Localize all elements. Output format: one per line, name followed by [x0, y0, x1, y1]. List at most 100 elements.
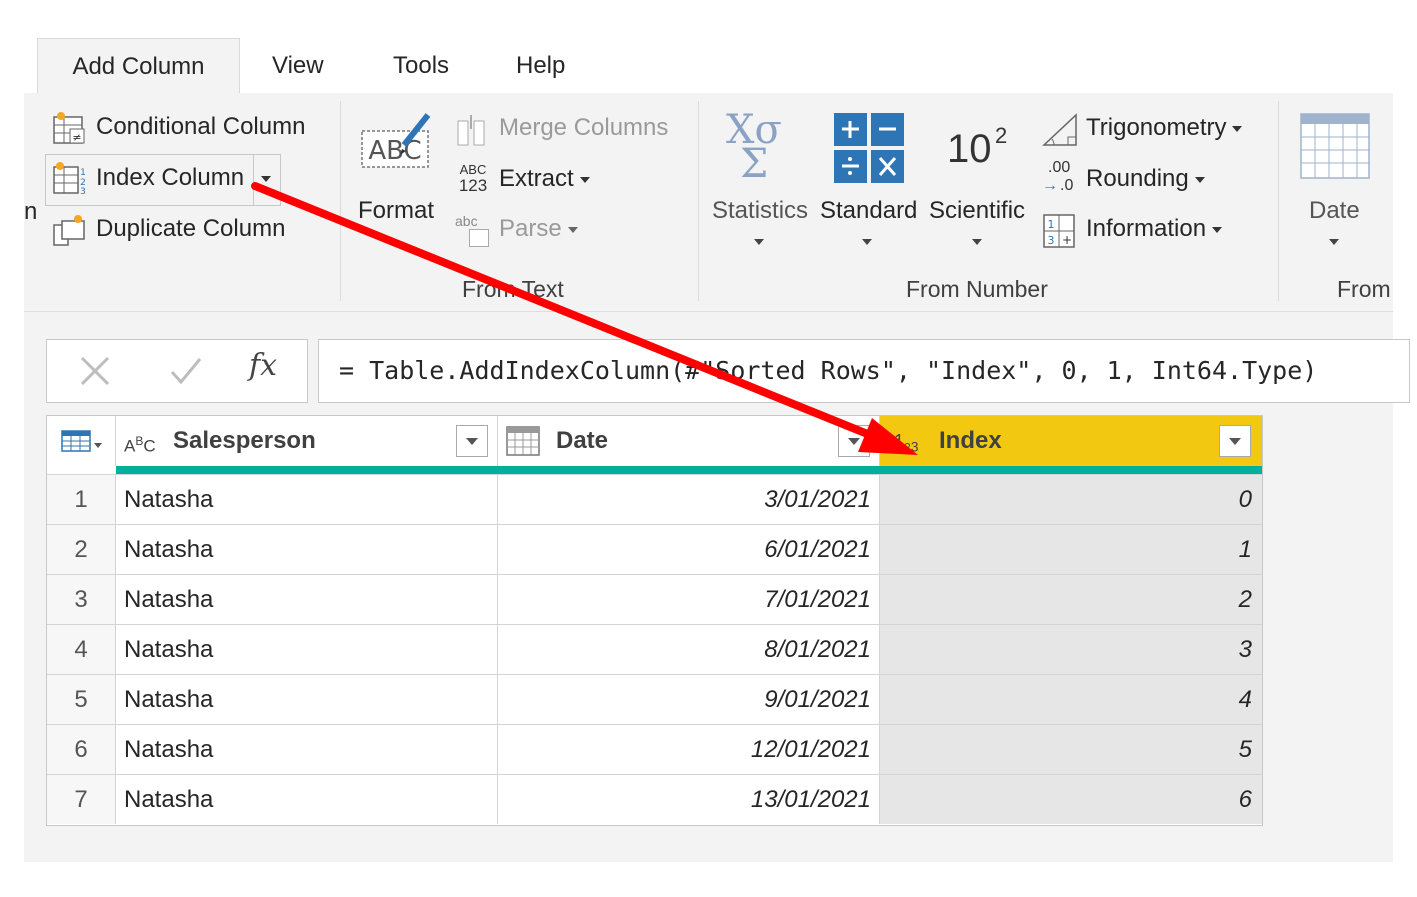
svg-text:≠: ≠ [72, 131, 81, 144]
column-header-date[interactable]: Date [498, 416, 880, 466]
column-filter-button[interactable] [1219, 425, 1251, 457]
chevron-down-icon [862, 239, 872, 245]
cancel-icon[interactable] [79, 355, 111, 387]
group-divider [340, 101, 341, 301]
whole-number-type-icon: 123 [894, 431, 919, 455]
fx-icon[interactable]: fx [249, 348, 277, 383]
cut-off-label: n [24, 198, 38, 225]
chevron-down-icon [1212, 226, 1223, 233]
trigonometry-icon [1042, 113, 1077, 146]
date-cell[interactable]: 13/01/2021 [498, 775, 880, 824]
extract-button[interactable]: Extract [499, 165, 590, 193]
table-menu-button[interactable] [47, 416, 116, 466]
rounding-icon: .00 → .0 [1042, 159, 1074, 194]
chevron-down-icon [754, 239, 764, 245]
standard-button[interactable]: Standard [820, 197, 917, 225]
chevron-down-icon [567, 226, 578, 233]
index-column-icon: 1 2 3 [53, 162, 86, 197]
index-cell[interactable]: 0 [880, 475, 1262, 524]
chevron-down-icon [261, 176, 271, 182]
formula-text: = Table.AddIndexColumn(#"Sorted Rows", "… [339, 356, 1318, 385]
table-row[interactable]: 5 Natasha 9/01/2021 4 [47, 674, 1262, 724]
table-row[interactable]: 2 Natasha 6/01/2021 1 [47, 524, 1262, 574]
index-cell[interactable]: 2 [880, 575, 1262, 624]
index-cell[interactable]: 5 [880, 725, 1262, 774]
duplicate-column-button[interactable]: Duplicate Column [96, 215, 285, 243]
format-button[interactable]: Format [358, 197, 434, 225]
row-number[interactable]: 2 [47, 525, 116, 574]
rounding-button[interactable]: Rounding [1086, 165, 1205, 193]
index-cell[interactable]: 4 [880, 675, 1262, 724]
index-column-label: Index Column [96, 164, 245, 191]
salesperson-cell[interactable]: Natasha [116, 675, 498, 724]
information-button[interactable]: Information [1086, 215, 1223, 243]
date-icon [1300, 113, 1370, 179]
chevron-down-icon [1194, 176, 1205, 183]
row-number[interactable]: 6 [47, 725, 116, 774]
merge-columns-button[interactable]: Merge Columns [499, 114, 668, 142]
date-cell[interactable]: 12/01/2021 [498, 725, 880, 774]
chevron-down-icon [1232, 125, 1243, 132]
tab-help[interactable]: Help [516, 38, 565, 94]
calendar-icon [506, 426, 540, 456]
group-divider [1278, 101, 1279, 301]
row-number[interactable]: 4 [47, 625, 116, 674]
salesperson-cell[interactable]: Natasha [116, 575, 498, 624]
column-header-label: Index [939, 427, 1002, 454]
table-row[interactable]: 3 Natasha 7/01/2021 2 [47, 574, 1262, 624]
tab-tools[interactable]: Tools [393, 38, 449, 94]
column-filter-button[interactable] [838, 425, 870, 457]
index-cell[interactable]: 6 [880, 775, 1262, 824]
scientific-button[interactable]: Scientific [929, 197, 1025, 225]
salesperson-cell[interactable]: Natasha [116, 625, 498, 674]
merge-columns-icon [457, 115, 485, 146]
trigonometry-button[interactable]: Trigonometry [1086, 114, 1243, 142]
table-row[interactable]: 7 Natasha 13/01/2021 6 [47, 774, 1262, 824]
salesperson-cell[interactable]: Natasha [116, 725, 498, 774]
confirm-icon[interactable] [169, 355, 203, 387]
table-row[interactable]: 1 Natasha 3/01/2021 0 [47, 474, 1262, 524]
ribbon: n ≠ Conditional Column 1 2 3 Index Colum… [24, 93, 1393, 312]
svg-text:1: 1 [80, 168, 86, 178]
row-number[interactable]: 7 [47, 775, 116, 824]
column-header-salesperson[interactable]: ABC Salesperson [116, 416, 498, 466]
conditional-column-button[interactable]: Conditional Column [96, 113, 305, 141]
date-cell[interactable]: 7/01/2021 [498, 575, 880, 624]
conditional-column-icon: ≠ [53, 112, 85, 144]
standard-icon [834, 113, 904, 183]
tab-add-column[interactable]: Add Column [37, 38, 240, 95]
table-row[interactable]: 6 Natasha 12/01/2021 5 [47, 724, 1262, 774]
text-type-icon: ABC [124, 434, 156, 456]
svg-text:1: 1 [1048, 218, 1055, 231]
formula-bar-controls: fx [46, 339, 308, 403]
index-column-dropdown[interactable] [253, 155, 280, 205]
parse-button[interactable]: Parse [499, 215, 578, 243]
ribbon-tab-bar: Add Column View Tools Help [24, 38, 1393, 95]
statistics-button[interactable]: Statistics [712, 197, 808, 225]
date-button[interactable]: Date [1309, 197, 1360, 225]
tab-view[interactable]: View [272, 38, 324, 94]
column-filter-button[interactable] [456, 425, 488, 457]
date-cell[interactable]: 9/01/2021 [498, 675, 880, 724]
index-cell[interactable]: 3 [880, 625, 1262, 674]
date-cell[interactable]: 3/01/2021 [498, 475, 880, 524]
group-label-from-text: From Text [462, 276, 564, 302]
row-number[interactable]: 3 [47, 575, 116, 624]
column-header-index[interactable]: 123 Index [880, 416, 1262, 466]
date-cell[interactable]: 8/01/2021 [498, 625, 880, 674]
row-number[interactable]: 5 [47, 675, 116, 724]
salesperson-cell[interactable]: Natasha [116, 525, 498, 574]
parse-icon: abc [455, 213, 491, 249]
table-row[interactable]: 4 Natasha 8/01/2021 3 [47, 624, 1262, 674]
salesperson-cell[interactable]: Natasha [116, 475, 498, 524]
index-cell[interactable]: 1 [880, 525, 1262, 574]
salesperson-cell[interactable]: Natasha [116, 775, 498, 824]
data-grid: ABC Salesperson Date 123 Index 1 Natasha 3… [46, 415, 1263, 826]
row-number[interactable]: 1 [47, 475, 116, 524]
svg-text:+: + [1062, 233, 1072, 247]
date-cell[interactable]: 6/01/2021 [498, 525, 880, 574]
formula-input[interactable]: = Table.AddIndexColumn(#"Sorted Rows", "… [318, 339, 1410, 403]
format-icon: ABC [361, 113, 431, 168]
svg-text:ABC: ABC [368, 136, 421, 166]
column-header-label: Date [556, 427, 609, 454]
